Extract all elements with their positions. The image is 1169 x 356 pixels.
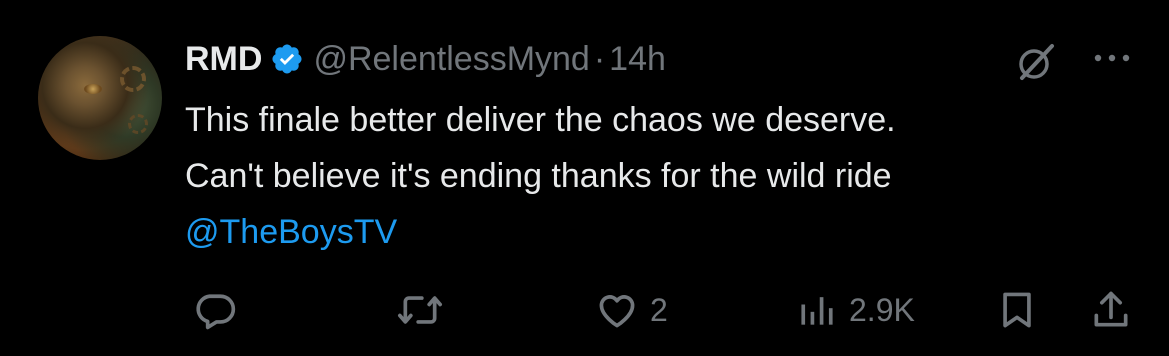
avatar-gear — [120, 66, 146, 92]
avatar[interactable] — [38, 36, 162, 160]
share-icon — [1089, 288, 1133, 332]
views-icon — [795, 288, 839, 332]
more-icon[interactable] — [1090, 46, 1134, 70]
verified-badge-icon[interactable] — [270, 42, 304, 76]
mention-link[interactable]: @TheBoysTV — [185, 213, 397, 251]
like-button[interactable]: 2 — [594, 280, 668, 340]
tweet-text-line-1: This finale better deliver the chaos we … — [185, 101, 896, 139]
avatar-gear-small — [128, 114, 148, 134]
retweet-button[interactable] — [396, 280, 454, 340]
grok-icon[interactable] — [1014, 40, 1058, 84]
user-handle[interactable]: @RelentlessMynd — [313, 40, 589, 79]
views-button[interactable]: 2.9K — [795, 280, 915, 340]
reply-icon — [193, 288, 237, 332]
timestamp[interactable]: 14h — [609, 40, 666, 79]
like-icon — [594, 288, 640, 332]
bookmark-button[interactable] — [995, 280, 1039, 340]
tweet-text-line-2: Can't believe it's ending thanks for the… — [185, 157, 892, 195]
like-count: 2 — [650, 291, 668, 328]
share-button[interactable] — [1089, 280, 1133, 340]
display-name[interactable]: RMD — [185, 40, 262, 79]
tweet-header: RMD @RelentlessMynd · 14h — [185, 34, 666, 84]
views-count: 2.9K — [849, 291, 915, 328]
action-bar: 2 2.9K — [185, 280, 1145, 340]
tweet-text: This finale better deliver the chaos we … — [185, 92, 1155, 260]
avatar-eye — [84, 84, 102, 94]
reply-button[interactable] — [193, 280, 247, 340]
retweet-icon — [396, 288, 444, 332]
separator-dot: · — [593, 39, 606, 78]
bookmark-icon — [995, 288, 1039, 332]
